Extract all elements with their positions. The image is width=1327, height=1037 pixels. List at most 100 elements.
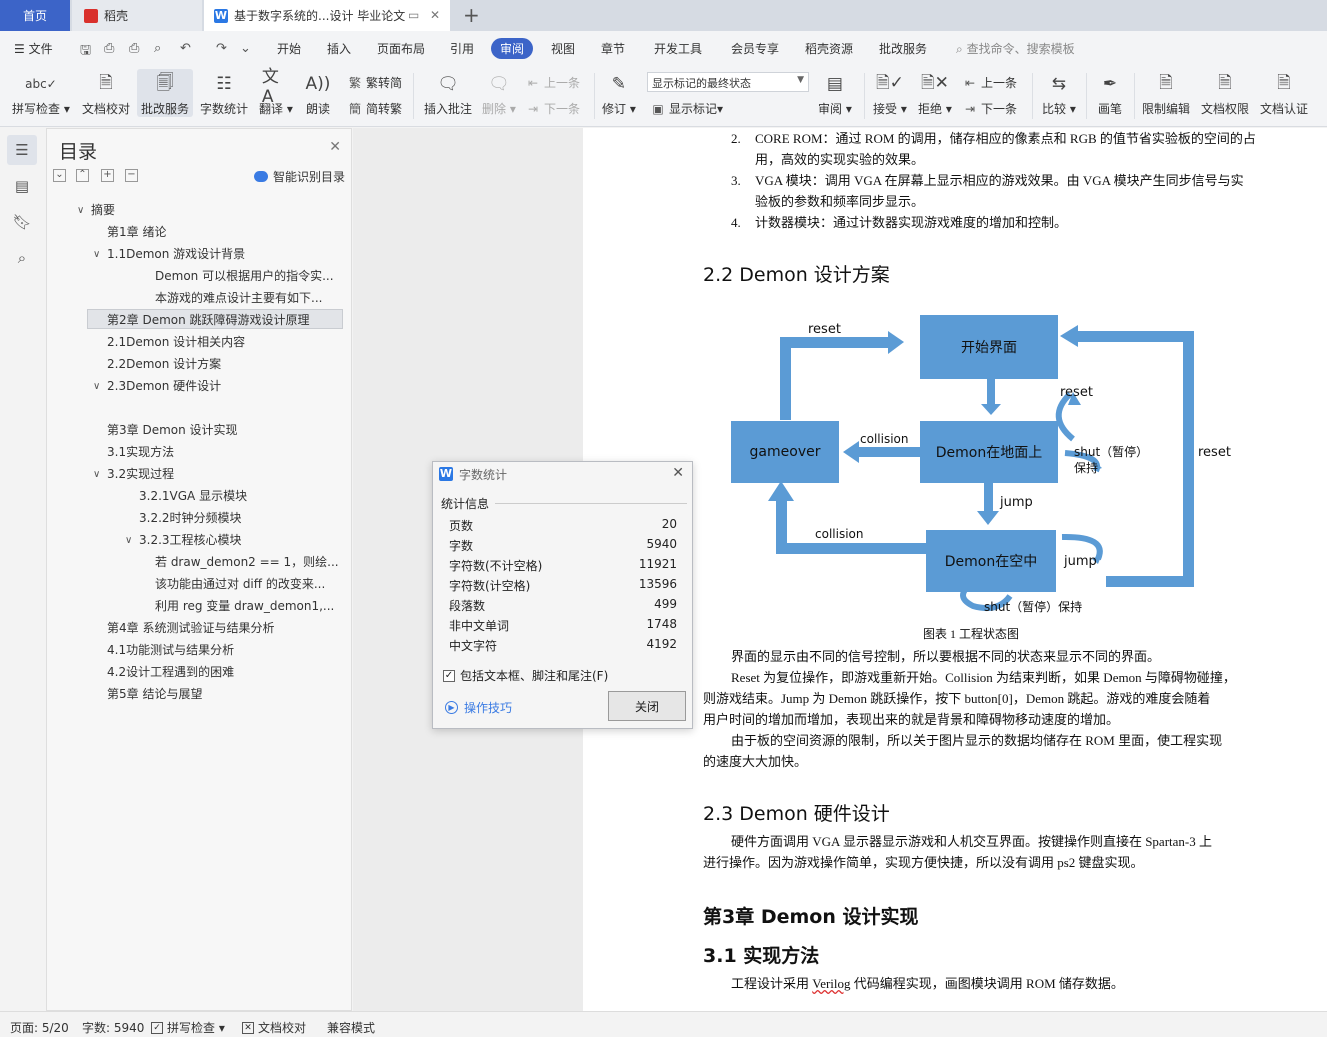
next-change-button[interactable]: ⇥ 下一条 [963, 100, 1017, 117]
close-tab-icon[interactable]: ✕ [430, 8, 440, 22]
compare-button[interactable]: ⇆ 比较 ▾ [1042, 69, 1076, 117]
menu-correction-service[interactable]: 批改服务 [879, 40, 927, 57]
delete-comment-button[interactable]: 🗨 删除 ▾ [482, 69, 516, 117]
toc-item[interactable]: 2.3Demon 硬件设计 [107, 376, 221, 396]
toc-item[interactable]: 该功能由通过对 diff 的改变来... [155, 574, 341, 594]
bookmark-icon[interactable]: 🔖︎ [7, 207, 37, 237]
screen-icon[interactable]: ▭ [408, 8, 419, 22]
tab-home[interactable]: 首页 [0, 0, 70, 31]
chapter-nav-icon[interactable]: ▤ [7, 171, 37, 201]
chevron-down-icon[interactable]: ∨ [77, 205, 84, 216]
prev-change-button[interactable]: ⇤ 上一条 [963, 74, 1017, 91]
next-comment-button[interactable]: ⇥ 下一条 [526, 100, 580, 117]
word-count-button[interactable]: ☷ 字数统计 [200, 69, 248, 117]
close-icon[interactable]: ✕ [329, 139, 341, 155]
toc-item[interactable]: 4.1功能测试与结果分析 [107, 640, 234, 660]
list-item-cont: 用，高效的实现实验的效果。 [755, 152, 925, 167]
customize-quick-access-icon[interactable]: ⌄ [240, 41, 251, 56]
restrict-edit-button[interactable]: 🗎 限制编辑 [1142, 69, 1190, 117]
toc-item[interactable]: 第3章 Demon 设计实现 [107, 420, 238, 440]
doc-certify-button[interactable]: 🗎 文档认证 [1260, 69, 1308, 117]
include-textbox-checkbox[interactable]: ✓ 包括文本框、脚注和尾注(F) [443, 667, 608, 684]
menu-daoke-resources[interactable]: 稻壳资源 [805, 40, 853, 57]
export-pdf-icon[interactable]: ⎙ [104, 41, 114, 56]
chevron-down-icon[interactable]: ∨ [93, 249, 100, 260]
toc-item[interactable]: 3.1实现方法 [107, 442, 174, 462]
toc-item[interactable]: 第1章 绪论 [107, 222, 166, 242]
toc-item[interactable]: 第4章 系统测试验证与结果分析 [107, 618, 274, 638]
toc-item[interactable]: 3.2实现过程 [107, 464, 174, 484]
accept-button[interactable]: 🗎✓ 接受 ▾ [873, 69, 907, 117]
toc-item[interactable]: 利用 reg 变量 draw_demon1,... [155, 596, 341, 616]
expand-up-icon[interactable]: ⌃ [76, 169, 89, 182]
chevron-down-icon[interactable]: ∨ [125, 535, 132, 546]
command-search[interactable]: ⌕ 查找命令、搜索模板 [956, 40, 1075, 57]
show-markup-button[interactable]: ▣ 显示标记 ▾ [651, 100, 723, 117]
document-page[interactable]: 2. CORE ROM：通过 ROM 的调用，储存相应的像素点和 RGB 的值节省… [583, 128, 1327, 1011]
save-icon[interactable]: 🖫 [80, 41, 91, 63]
chevron-down-icon[interactable]: ∨ [93, 381, 100, 392]
toc-item[interactable]: 3.2.2时钟分频模块 [139, 508, 242, 528]
toc-nav-icon[interactable]: ☰ [7, 135, 37, 165]
toc-title: 目录 [59, 141, 98, 163]
spellcheck-status[interactable]: ✓ 拼写检查 ▾ [151, 1019, 225, 1036]
search-icon[interactable]: ⌕ [7, 243, 37, 273]
correction-service-button[interactable]: 🗐 批改服务 [137, 69, 193, 117]
dialog-title-bar[interactable]: W 字数统计 [433, 462, 692, 486]
menu-chapter[interactable]: 章节 [601, 40, 625, 57]
toc-item-selected[interactable]: 第2章 Demon 跳跃障碍游戏设计原理 [87, 309, 343, 329]
review-pane-button[interactable]: ▤ 审阅 ▾ [818, 69, 852, 117]
tab-daoke[interactable]: 稻壳 [72, 0, 202, 31]
collapse-all-icon[interactable]: ⌄ [53, 169, 66, 182]
pen-button[interactable]: ✒ 画笔 [1096, 69, 1124, 117]
menu-view[interactable]: 视图 [551, 40, 575, 57]
toc-item[interactable]: 3.2.3工程核心模块 [139, 530, 242, 550]
new-tab-plus-icon[interactable]: + [463, 3, 480, 27]
trad-to-simp-button[interactable]: 繁繁转简 [348, 74, 402, 91]
toc-item[interactable]: 1.1Demon 游戏设计背景 [107, 244, 245, 264]
read-aloud-button[interactable]: A)) 朗读 [304, 69, 332, 117]
page-indicator[interactable]: 页面: 5/20 [10, 1019, 69, 1036]
toc-item[interactable]: 本游戏的难点设计主要有如下... [155, 288, 341, 308]
toc-item[interactable]: Demon 可以根据用户的指令实... [155, 266, 341, 286]
toc-item[interactable]: 2.1Demon 设计相关内容 [107, 332, 245, 352]
toc-item[interactable]: 摘要 [91, 200, 115, 220]
remove-heading-icon[interactable]: − [125, 169, 138, 182]
spellcheck-button[interactable]: abc✓ 拼写检查 ▾ [12, 69, 70, 117]
smart-toc-button[interactable]: 智能识别目录 [253, 168, 345, 185]
toc-item[interactable]: 4.2设计工程遇到的困难 [107, 662, 234, 682]
print-preview-icon[interactable]: ⌕ [154, 41, 161, 56]
menu-developer[interactable]: 开发工具 [654, 40, 702, 57]
toc-item[interactable]: 2.2Demon 设计方案 [107, 354, 221, 374]
markup-state-select[interactable]: 显示标记的最终状态 ▼ [647, 72, 809, 92]
track-changes-button[interactable]: ✎ 修订 ▾ [602, 69, 636, 117]
toc-item[interactable]: 若 draw_demon2 == 1，则绘... [155, 552, 341, 572]
menu-insert[interactable]: 插入 [327, 40, 351, 57]
chevron-down-icon[interactable]: ∨ [93, 469, 100, 480]
tips-link[interactable]: ▶ 操作技巧 [445, 699, 512, 716]
close-icon[interactable]: ✕ [672, 465, 684, 481]
menu-start[interactable]: 开始 [277, 40, 301, 57]
menu-page-layout[interactable]: 页面布局 [377, 40, 425, 57]
insert-comment-button[interactable]: 🗨 插入批注 [424, 69, 472, 117]
redo-icon[interactable]: ↷ [216, 41, 227, 56]
prev-comment-button[interactable]: ⇤ 上一条 [526, 74, 580, 91]
doc-permission-button[interactable]: 🗎 文档权限 [1201, 69, 1249, 117]
doc-proof-button[interactable]: 🗎 文档校对 [82, 69, 130, 117]
print-icon[interactable]: ⎙ [129, 41, 139, 56]
file-menu[interactable]: ☰ 文件 [14, 40, 53, 57]
menu-references[interactable]: 引用 [450, 40, 474, 57]
close-button[interactable]: 关闭 [608, 691, 686, 721]
menu-review[interactable]: 审阅 [491, 38, 534, 59]
tab-document[interactable]: W 基于数字系统的...设计 毕业论文 ▭ ✕ [204, 0, 450, 31]
translate-button[interactable]: 文A 翻译 ▾ [259, 67, 293, 117]
toc-item[interactable]: 3.2.1VGA 显示模块 [139, 486, 247, 506]
proof-status[interactable]: ✕ 文档校对 [242, 1019, 306, 1036]
undo-icon[interactable]: ↶ [180, 41, 191, 56]
menu-member[interactable]: 会员专享 [731, 40, 779, 57]
simp-to-trad-button[interactable]: 簡简转繁 [348, 100, 402, 117]
add-heading-icon[interactable]: + [101, 169, 114, 182]
reject-button[interactable]: 🗎✕ 拒绝 ▾ [918, 69, 952, 117]
word-count-indicator[interactable]: 字数: 5940 [82, 1019, 144, 1036]
toc-item[interactable]: 第5章 结论与展望 [107, 684, 202, 704]
